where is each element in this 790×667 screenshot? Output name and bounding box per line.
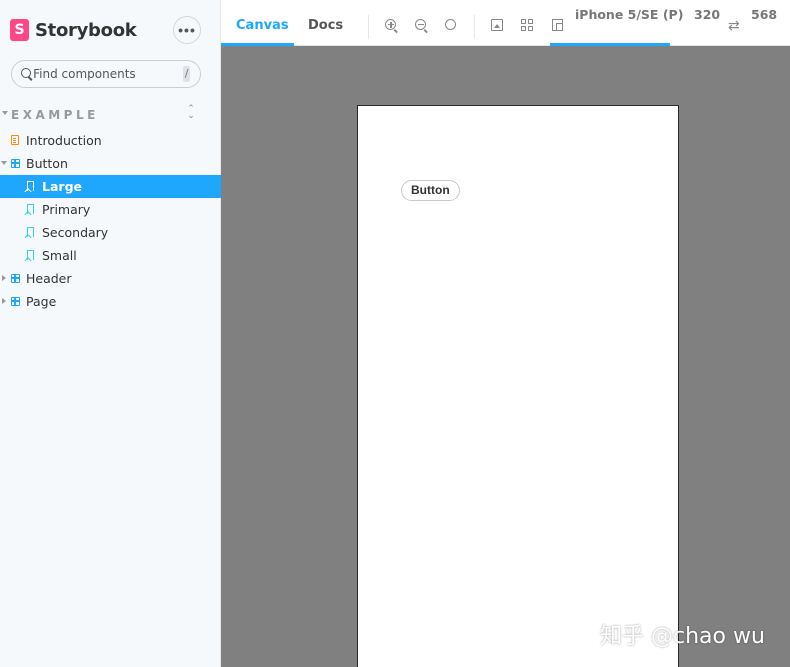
sidebar-item-label: Page <box>26 294 57 309</box>
document-icon <box>11 135 19 145</box>
sidebar-item-button[interactable]: Button <box>0 152 221 175</box>
component-icon <box>11 159 20 168</box>
search-icon <box>21 68 32 80</box>
expand-collapse-icon[interactable]: ⌃ ⌄ <box>187 105 195 121</box>
viewport-icon[interactable] <box>552 19 563 31</box>
zoom-in-icon[interactable] <box>385 19 399 33</box>
toolbar-divider <box>474 15 475 39</box>
preview-button[interactable]: Button <box>401 180 460 201</box>
sidebar-item-label: Header <box>26 271 72 286</box>
sidebar-menu-button[interactable]: ••• <box>173 16 201 44</box>
sidebar-item-label: Button <box>26 156 68 171</box>
sidebar-item-label: Primary <box>42 202 91 217</box>
sidebar-item-large[interactable]: Large <box>0 175 221 198</box>
group-header-example[interactable]: EXAMPLE ⌃ ⌄ <box>0 105 221 124</box>
watermark: 知乎 @chao wu <box>600 624 765 649</box>
device-preview-frame: Button <box>357 105 679 667</box>
search-shortcut-key: / <box>183 66 190 82</box>
canvas-area: Button <box>221 46 790 667</box>
viewport-select[interactable]: iPhone 5/SE (P) <box>575 7 683 45</box>
tab-label: Canvas <box>236 18 289 33</box>
background-icon[interactable] <box>491 19 503 31</box>
tab-label: Docs <box>308 18 344 33</box>
storybook-logo-icon <box>10 19 29 41</box>
zoom-reset-icon[interactable] <box>445 19 459 33</box>
sidebar-item-label: Small <box>42 248 77 263</box>
brand-name: Storybook <box>35 19 137 41</box>
grid-icon[interactable] <box>521 19 535 33</box>
sidebar-item-primary[interactable]: Primary <box>0 198 221 221</box>
sidebar-item-header[interactable]: Header <box>0 267 221 290</box>
component-icon <box>11 297 20 306</box>
group-title: EXAMPLE <box>11 108 99 122</box>
bookmark-icon <box>27 204 34 214</box>
caret-down-icon <box>1 161 7 165</box>
brand[interactable]: Storybook <box>10 16 137 44</box>
component-icon <box>11 274 20 283</box>
sidebar-item-small[interactable]: Small <box>0 244 221 267</box>
toolbar-divider <box>368 15 369 39</box>
sidebar-item-page[interactable]: Page <box>0 290 221 313</box>
search-box[interactable]: / <box>11 60 201 88</box>
sidebar-item-introduction[interactable]: Introduction <box>0 129 221 152</box>
caret-right-icon <box>2 298 6 304</box>
toolbar: Canvas Docs iPhone 5/SE (P) 320 ⇄ 568 <box>221 7 790 46</box>
tab-docs[interactable]: Docs <box>308 7 343 45</box>
viewport-width[interactable]: 320 <box>694 7 720 45</box>
tab-canvas[interactable]: Canvas <box>221 7 294 46</box>
bookmark-icon <box>27 250 34 260</box>
search-input[interactable] <box>33 67 184 81</box>
sidebar-item-label: Introduction <box>26 133 102 148</box>
swap-dimensions-icon[interactable]: ⇄ <box>728 18 740 34</box>
zoom-out-icon[interactable] <box>415 19 429 33</box>
caret-right-icon <box>2 275 6 281</box>
sidebar-item-label: Large <box>42 179 82 194</box>
sidebar-item-label: Secondary <box>42 225 109 240</box>
caret-down-icon <box>2 111 8 115</box>
sidebar: Storybook ••• / EXAMPLE ⌃⌄ Introduction … <box>0 0 221 667</box>
bookmark-icon <box>27 181 34 191</box>
bookmark-icon <box>27 227 34 237</box>
viewport-height[interactable]: 568 <box>751 7 777 45</box>
sidebar-item-secondary[interactable]: Secondary <box>0 221 221 244</box>
